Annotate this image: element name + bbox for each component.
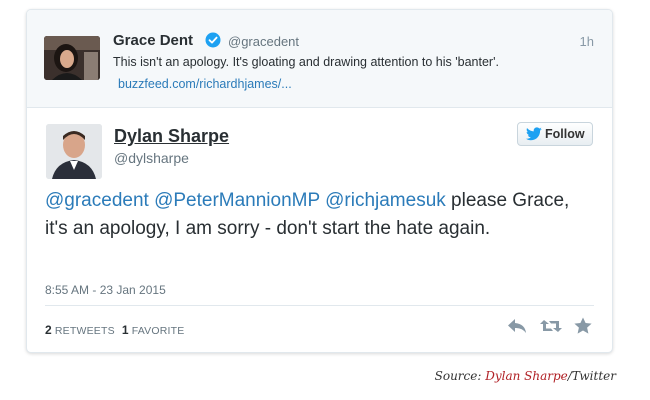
source-suffix: /Twitter	[567, 369, 616, 383]
embedded-tweet-card: Grace Dent @gracedent 1h This isn't an a…	[26, 9, 613, 353]
follow-button-label: Follow	[545, 127, 585, 141]
author-handle[interactable]: @dylsharpe	[114, 150, 189, 166]
parent-author-name[interactable]: Grace Dent	[113, 32, 193, 49]
parent-author-handle[interactable]: @gracedent	[228, 34, 299, 49]
retweets-label: RETWEETS	[54, 325, 115, 337]
verified-badge-icon	[205, 32, 221, 48]
favorites-count: 1	[121, 323, 129, 337]
avatar[interactable]	[46, 124, 102, 179]
source-author-link[interactable]: Dylan Sharpe	[485, 369, 568, 383]
avatar[interactable]	[44, 36, 100, 80]
parent-tweet-text: This isn't an apology. It's gloating and…	[113, 55, 499, 69]
mention-link[interactable]: @gracedent	[45, 190, 149, 211]
favorites-stat[interactable]: 1 FAVORITE	[121, 323, 185, 337]
twitter-bird-icon	[526, 127, 542, 141]
tweet-date[interactable]: 8:55 AM - 23 Jan 2015	[45, 283, 166, 297]
favorites-label: FAVORITE	[131, 325, 185, 337]
retweets-count: 2	[45, 323, 52, 337]
source-prefix: Source:	[434, 369, 486, 383]
retweets-stat[interactable]: 2 RETWEETS	[45, 323, 115, 337]
mention-link[interactable]: @richjamesuk	[325, 190, 446, 211]
tweet-text: @gracedent @PeterMannionMP @richjamesuk …	[45, 187, 585, 243]
author-name[interactable]: Dylan Sharpe	[114, 126, 229, 147]
follow-button[interactable]: Follow	[517, 122, 593, 146]
retweet-icon[interactable]	[539, 316, 562, 336]
divider	[45, 305, 594, 306]
reply-icon[interactable]	[506, 316, 528, 336]
favorite-star-icon[interactable]	[573, 316, 595, 336]
tweet-stats: 2 RETWEETS 1 FAVORITE	[45, 323, 184, 337]
source-caption: Source: Dylan Sharpe/Twitter	[435, 369, 616, 383]
parent-timestamp[interactable]: 1h	[580, 34, 594, 49]
mention-link[interactable]: @PeterMannionMP	[154, 190, 320, 211]
parent-tweet-link[interactable]: buzzfeed.com/richardhjames/...	[118, 77, 292, 91]
parent-tweet[interactable]: Grace Dent @gracedent 1h This isn't an a…	[27, 10, 612, 108]
